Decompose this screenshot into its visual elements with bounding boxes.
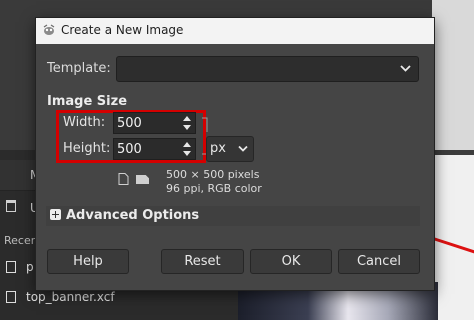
background-canvas-top: [432, 0, 474, 150]
width-value: 500: [117, 116, 142, 131]
recent-file-item[interactable]: p: [6, 260, 34, 274]
file-icon: [6, 261, 16, 273]
help-button[interactable]: Help: [47, 249, 129, 274]
gimp-logo-icon: [43, 24, 55, 35]
height-label: Height:: [63, 141, 111, 156]
height-value: 500: [117, 142, 142, 157]
dialog-titlebar[interactable]: Create a New Image: [36, 18, 434, 44]
width-field[interactable]: 500: [113, 112, 196, 134]
recent-file-name: top_banner.xcf: [26, 290, 115, 304]
image-size-heading: Image Size: [47, 94, 128, 109]
advanced-options-label: Advanced Options: [66, 208, 200, 223]
plus-icon: [50, 209, 61, 220]
unit-dropdown[interactable]: px: [206, 136, 254, 162]
cancel-button[interactable]: Cancel: [338, 249, 420, 274]
dialog-title: Create a New Image: [61, 23, 184, 37]
portrait-orientation-icon[interactable]: [118, 173, 129, 185]
recent-label: Recen: [4, 234, 38, 247]
new-image-dialog: Create a New Image Template: Image Size …: [36, 18, 434, 290]
landscape-orientation-icon[interactable]: [136, 173, 149, 185]
height-spin-arrows-icon[interactable]: [182, 140, 192, 158]
chevron-down-icon: [400, 65, 411, 72]
background-canvas-right: [432, 155, 474, 320]
recent-file-item[interactable]: top_banner.xcf: [6, 290, 115, 304]
width-label: Width:: [63, 115, 106, 130]
file-icon: [6, 291, 16, 303]
width-spin-arrows-icon[interactable]: [182, 114, 192, 132]
chevron-down-icon: [238, 145, 248, 152]
template-label: Template:: [47, 61, 111, 76]
ok-button[interactable]: OK: [250, 249, 332, 274]
height-field[interactable]: 500: [113, 138, 196, 160]
trash-icon[interactable]: [6, 200, 16, 212]
advanced-options-expander[interactable]: Advanced Options: [46, 206, 420, 226]
unit-value: px: [210, 141, 226, 156]
reset-button[interactable]: Reset: [161, 249, 244, 274]
pixel-size-info: 500 × 500 pixels: [166, 168, 260, 181]
resolution-info: 96 ppi, RGB color: [166, 182, 262, 195]
recent-file-name: p: [26, 260, 34, 274]
template-dropdown[interactable]: [116, 56, 419, 82]
